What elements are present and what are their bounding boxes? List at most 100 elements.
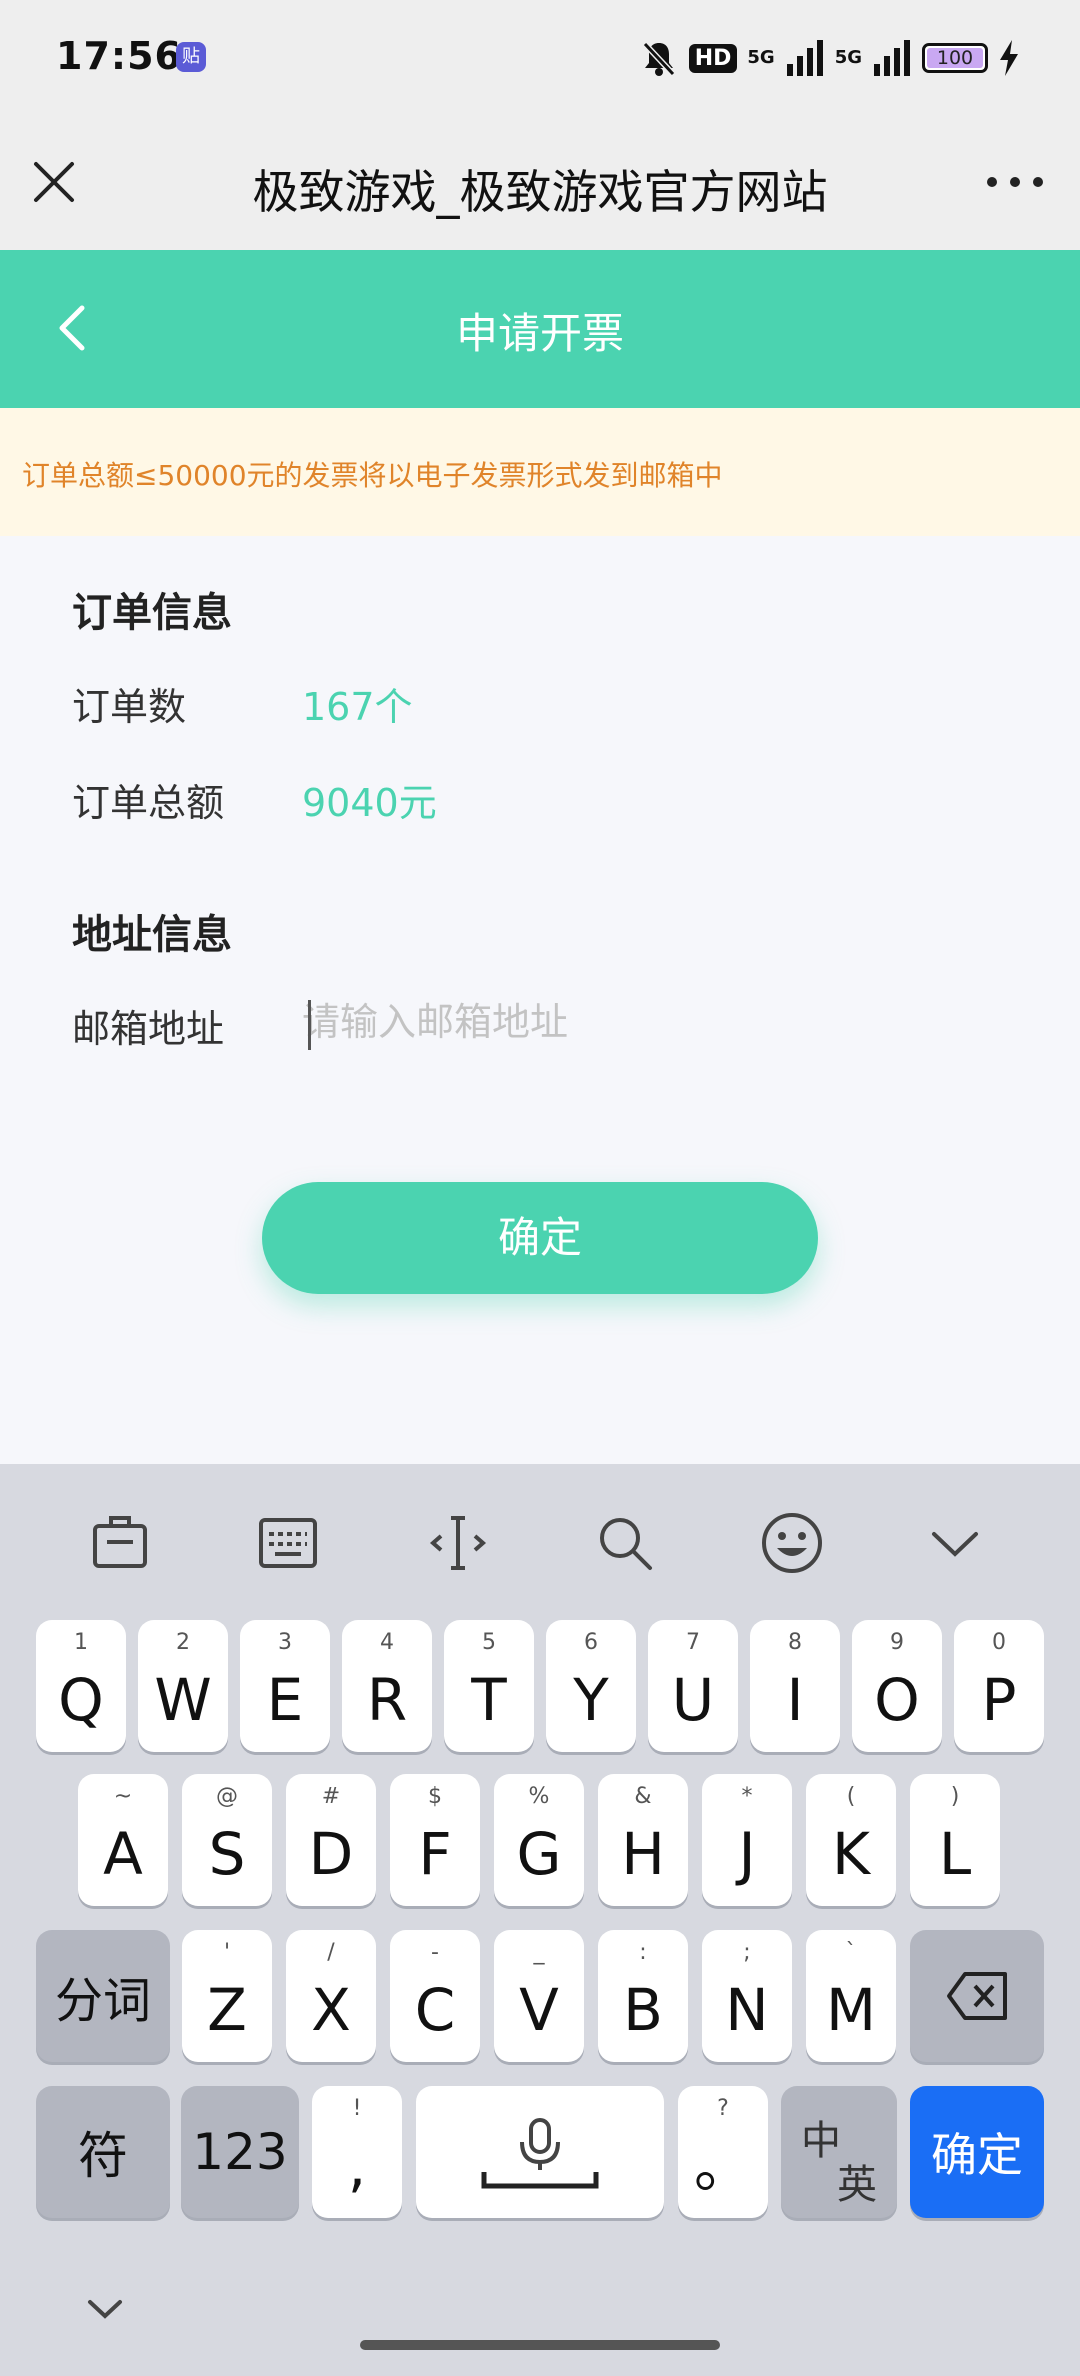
enter-key[interactable]: 确定 — [910, 2086, 1044, 2218]
key-l[interactable]: ) L — [910, 1774, 1000, 1906]
chevron-down-icon[interactable] — [920, 1508, 990, 1578]
order-count-value: 167个 — [302, 685, 413, 729]
key-i[interactable]: 8I — [750, 1620, 840, 1752]
key-sub-label: 9 — [890, 1630, 904, 1655]
emoji-icon[interactable] — [757, 1508, 827, 1578]
notice-text: 订单总额≤50000元的发票将以电子发票形式发到邮箱中 — [22, 459, 723, 492]
key-label: J — [738, 1820, 756, 1888]
number-key[interactable]: 123 — [181, 2086, 299, 2218]
key-label: K — [831, 1820, 871, 1888]
key-q[interactable]: 1Q — [36, 1620, 126, 1752]
charging-icon — [1000, 40, 1018, 76]
order-info-title: 订单信息 — [72, 590, 232, 636]
key-sub-label: 6 — [584, 1630, 598, 1655]
key-g[interactable]: % G — [494, 1774, 584, 1906]
space-key[interactable] — [416, 2086, 664, 2218]
browser-page-title: 极致游戏_极致游戏官方网站 — [252, 165, 828, 219]
key-d[interactable]: # D — [286, 1774, 376, 1906]
backspace-icon — [947, 1972, 1007, 2020]
key-f[interactable]: $ F — [390, 1774, 480, 1906]
key-e[interactable]: 3E — [240, 1620, 330, 1752]
key-u[interactable]: 7U — [648, 1620, 738, 1752]
key-label: P — [981, 1666, 1017, 1734]
key-label: V — [519, 1976, 559, 2044]
key-label: L — [938, 1820, 972, 1888]
key-r[interactable]: 4R — [342, 1620, 432, 1752]
key-label: F — [418, 1820, 452, 1888]
comma-key[interactable]: ! , — [312, 2086, 402, 2218]
language-key-bottom: 英 — [837, 2162, 877, 2208]
key-sub-label: 8 — [788, 1630, 802, 1655]
key-m[interactable]: ` M — [806, 1930, 896, 2062]
key-w[interactable]: 2W — [138, 1620, 228, 1752]
key-label: A — [103, 1820, 143, 1888]
address-info-title: 地址信息 — [72, 912, 232, 958]
network-label-1: 5G — [747, 47, 775, 68]
comma-key-sub: ! — [352, 2096, 362, 2121]
segment-key[interactable]: 分词 — [36, 1930, 170, 2062]
key-sub-label: @ — [216, 1784, 238, 1809]
signal-icon-2 — [874, 40, 910, 76]
key-t[interactable]: 5T — [444, 1620, 534, 1752]
status-bar: 17:56 贴 HD 5G 5G 100 — [0, 0, 1080, 120]
segment-key-label: 分词 — [54, 1973, 151, 2029]
key-sub-label: ( — [846, 1784, 856, 1809]
key-sub-label: % — [528, 1784, 550, 1809]
home-indicator[interactable] — [360, 2340, 720, 2350]
key-b[interactable]: :B — [598, 1930, 688, 2062]
battery-icon: 100 — [922, 43, 988, 73]
email-input[interactable] — [302, 992, 1002, 1052]
period-key[interactable]: ? 。 — [678, 2086, 768, 2218]
keyboard-icon[interactable] — [253, 1508, 323, 1578]
key-n[interactable]: ; N — [702, 1930, 792, 2062]
key-j[interactable]: * J — [702, 1774, 792, 1906]
keyboard-toolbar — [0, 1464, 1080, 1614]
backspace-key[interactable] — [910, 1930, 1044, 2062]
key-v[interactable]: _ V — [494, 1930, 584, 2062]
key-label: M — [825, 1976, 877, 2044]
key-label: S — [208, 1820, 246, 1888]
page-header: 申请开票 — [0, 250, 1080, 408]
text-cursor — [308, 1000, 311, 1050]
microphone-icon — [481, 2118, 599, 2189]
more-options-icon[interactable] — [980, 156, 1050, 208]
key-label: T — [471, 1666, 507, 1734]
key-p[interactable]: 0P — [954, 1620, 1044, 1752]
key-label: X — [311, 1976, 351, 2044]
symbol-key[interactable]: 符 — [36, 2086, 170, 2218]
key-sub-label: / — [327, 1940, 335, 1965]
close-icon[interactable] — [28, 156, 80, 208]
search-icon[interactable] — [590, 1508, 660, 1578]
keyboard-collapse-icon[interactable] — [80, 2290, 130, 2330]
key-x[interactable]: / X — [286, 1930, 376, 2062]
key-z[interactable]: ' Z — [182, 1930, 272, 2062]
key-h[interactable]: & H — [598, 1774, 688, 1906]
key-k[interactable]: (K — [806, 1774, 896, 1906]
clipboard-icon[interactable] — [85, 1508, 155, 1578]
notice-banner: 订单总额≤50000元的发票将以电子发票形式发到邮箱中 — [0, 408, 1080, 536]
cursor-icon[interactable] — [423, 1508, 493, 1578]
period-key-label: 。 — [693, 2132, 752, 2200]
period-key-sub: ? — [717, 2096, 729, 2121]
key-label: U — [671, 1666, 715, 1734]
soft-keyboard: 1Q2W3E4R5T6Y7U8I9O0P ~ A @ S # D $ F% G & H * J(K) L … — [0, 1464, 1080, 2376]
confirm-button[interactable]: 确定 — [262, 1182, 818, 1294]
key-sub-label: ' — [223, 1940, 231, 1965]
comma-key-label: , — [347, 2132, 367, 2200]
key-sub-label: 5 — [482, 1630, 496, 1655]
language-switch-key[interactable]: 中 英 — [781, 2086, 897, 2218]
network-label-2: 5G — [834, 47, 862, 68]
key-label: Z — [207, 1976, 247, 2044]
key-o[interactable]: 9O — [852, 1620, 942, 1752]
key-sub-label: $ — [428, 1784, 442, 1809]
mute-bell-icon — [642, 41, 675, 77]
key-y[interactable]: 6Y — [546, 1620, 636, 1752]
key-c[interactable]: -C — [390, 1930, 480, 2062]
key-label: G — [516, 1820, 562, 1888]
key-a[interactable]: ~ A — [78, 1774, 168, 1906]
key-label: B — [623, 1976, 663, 2044]
key-label: C — [414, 1976, 456, 2044]
key-label: I — [786, 1666, 804, 1734]
key-s[interactable]: @ S — [182, 1774, 272, 1906]
app-notification-icon: 贴 — [176, 42, 206, 72]
